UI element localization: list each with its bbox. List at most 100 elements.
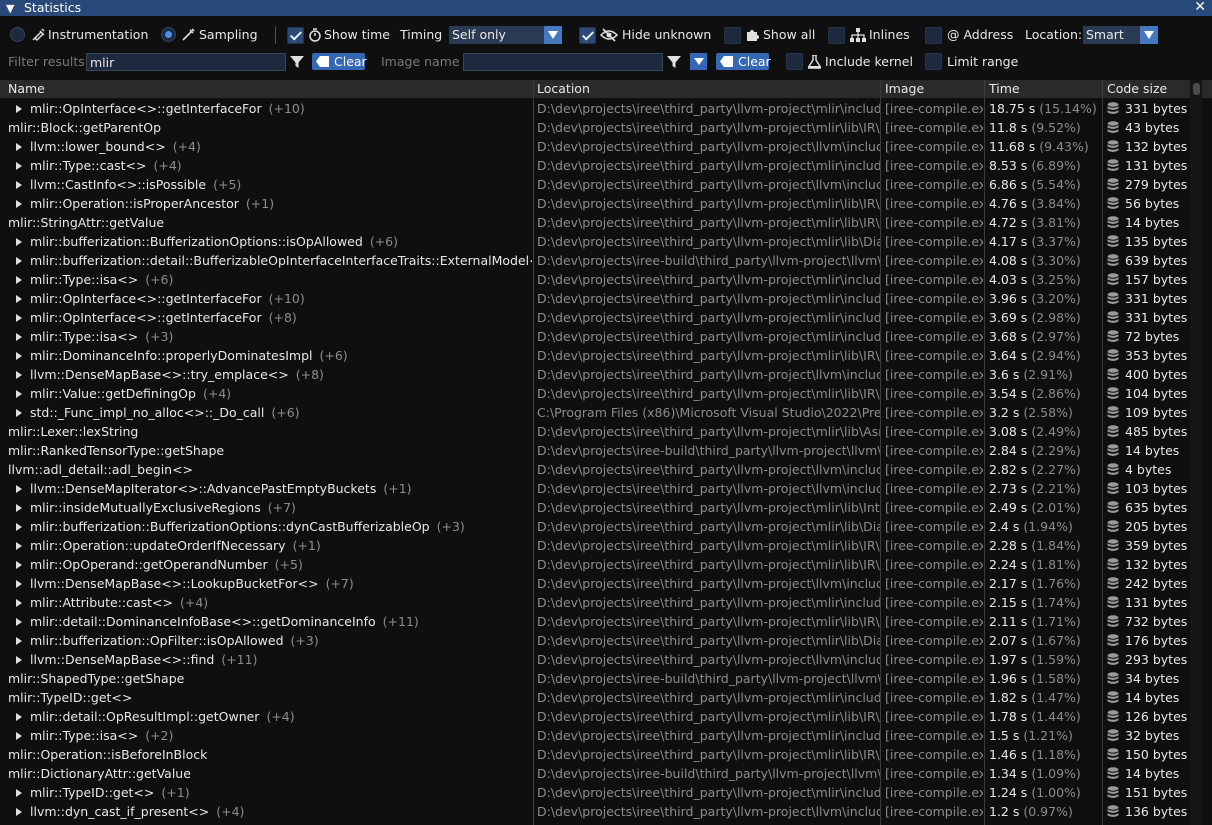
sampling-radio[interactable] [161, 27, 176, 42]
expand-triangle-icon[interactable] [16, 332, 22, 341]
table-row[interactable]: mlir::Operation::isProperAncestor (+1) D:\… [0, 194, 1190, 213]
column-header-image[interactable]: Image [879, 80, 983, 98]
expand-triangle-icon[interactable] [16, 541, 22, 550]
column-header-location[interactable]: Location [531, 80, 880, 98]
table-row[interactable]: mlir::bufferization::OpFilter::isOpAllow… [0, 631, 1190, 650]
table-row[interactable]: mlir::TypeID::get<> (+1) D:\dev\projects\i… [0, 783, 1190, 802]
function-name: mlir::detail::OpResultImpl::getOwner [30, 709, 260, 724]
column-header-code-size[interactable]: Code size [1101, 80, 1190, 98]
table-row[interactable]: mlir::Attribute::cast<> (+4) D:\dev\projec… [0, 593, 1190, 612]
image-name-label: Image name [381, 54, 460, 69]
expand-triangle-icon[interactable] [16, 560, 22, 569]
expand-triangle-icon[interactable] [16, 104, 22, 113]
table-row[interactable]: llvm::DenseMapIterator<>::AdvancePastEmp… [0, 479, 1190, 498]
table-row[interactable]: mlir::RankedTensorType::getShape D:\dev\p… [0, 441, 1190, 460]
table-row[interactable]: mlir::insideMutuallyExclusiveRegions (+7)… [0, 498, 1190, 517]
close-icon[interactable]: ✕ [1194, 0, 1206, 15]
table-row[interactable]: mlir::Operation::updateOrderIfNecessary (… [0, 536, 1190, 555]
expand-triangle-icon[interactable] [16, 180, 22, 189]
table-row[interactable]: llvm::DenseMapBase<>::LookupBucketFor<> (… [0, 574, 1190, 593]
clear-filter-button[interactable]: Clear [312, 53, 367, 70]
cell-time: 3.6 s (2.91%) [989, 365, 1101, 384]
expand-triangle-icon[interactable] [16, 598, 22, 607]
table-row[interactable]: llvm::DenseMapBase<>::try_emplace<> (+8) D… [0, 365, 1190, 384]
image-name-input[interactable] [463, 53, 663, 71]
expand-triangle-icon[interactable] [16, 237, 22, 246]
show-all-checkbox[interactable] [724, 27, 741, 44]
expand-triangle-icon[interactable] [16, 579, 22, 588]
instrumentation-radio[interactable] [10, 27, 25, 42]
clear-image-button[interactable]: Clear [716, 53, 771, 70]
filter-icon[interactable] [667, 55, 681, 69]
expand-triangle-icon[interactable] [16, 351, 22, 360]
table-row[interactable]: llvm::dyn_cast_if_present<> (+4) D:\dev\pr… [0, 802, 1190, 821]
table-row[interactable]: mlir::OpInterface<>::getInterfaceFor (+8)… [0, 308, 1190, 327]
vertical-scrollbar[interactable] [1190, 80, 1202, 825]
table-row[interactable]: mlir::Value::getDefiningOp (+4) D:\dev\pro… [0, 384, 1190, 403]
expand-triangle-icon[interactable] [16, 275, 22, 284]
hide-unknown-checkbox[interactable] [579, 27, 596, 44]
expand-triangle-icon[interactable] [16, 617, 22, 626]
expand-triangle-icon[interactable] [16, 199, 22, 208]
expand-triangle-icon[interactable] [16, 370, 22, 379]
image-name-dropdown[interactable] [690, 53, 707, 70]
table-row[interactable]: mlir::bufferization::detail::Bufferizabl… [0, 251, 1190, 270]
expand-triangle-icon[interactable] [16, 484, 22, 493]
table-row[interactable]: mlir::OpInterface<>::getInterfaceFor (+10… [0, 99, 1190, 118]
column-header-time[interactable]: Time [983, 80, 1101, 98]
table-row[interactable]: mlir::Type::isa<> (+3) D:\dev\projects\ire… [0, 327, 1190, 346]
table-row[interactable]: mlir::DictionaryAttr::getValue D:\dev\pro… [0, 764, 1190, 783]
table-row[interactable]: mlir::OpOperand::getOperandNumber (+5) D:\… [0, 555, 1190, 574]
table-row[interactable]: mlir::bufferization::BufferizationOption… [0, 232, 1190, 251]
table-row[interactable]: mlir::OpInterface<>::getInterfaceFor (+10… [0, 289, 1190, 308]
filter-results-input[interactable] [86, 53, 286, 71]
collapse-triangle-icon[interactable]: ▼ [6, 2, 14, 15]
filter-results-field[interactable] [87, 54, 285, 70]
expand-triangle-icon[interactable] [16, 522, 22, 531]
table-row[interactable]: mlir::Operation::isBeforeInBlock D:\dev\p… [0, 745, 1190, 764]
table-row[interactable]: mlir::Type::isa<> (+6) D:\dev\projects\ire… [0, 270, 1190, 289]
expand-triangle-icon[interactable] [16, 408, 22, 417]
location-select[interactable]: Smart [1083, 26, 1158, 44]
address-checkbox[interactable] [925, 27, 942, 44]
table-row[interactable]: mlir::Type::cast<> (+4) D:\dev\projects\ir… [0, 156, 1190, 175]
table-row[interactable]: mlir::DominanceInfo::properlyDominatesIm… [0, 346, 1190, 365]
table-row[interactable]: llvm::DenseMapBase<>::find (+11) D:\dev\pr… [0, 650, 1190, 669]
expand-triangle-icon[interactable] [16, 731, 22, 740]
table-row[interactable]: mlir::Type::isa<> (+2) D:\dev\projects\ire… [0, 726, 1190, 745]
column-header-name[interactable]: Name [2, 80, 533, 98]
show-time-checkbox[interactable] [287, 27, 304, 44]
expand-triangle-icon[interactable] [16, 256, 22, 265]
table-row[interactable]: mlir::Lexer::lexString D:\dev\projects\ir… [0, 422, 1190, 441]
expand-triangle-icon[interactable] [16, 636, 22, 645]
expand-triangle-icon[interactable] [16, 389, 22, 398]
expand-triangle-icon[interactable] [16, 788, 22, 797]
table-row[interactable]: mlir::Block::getParentOp D:\dev\projects\… [0, 118, 1190, 137]
table-row[interactable]: mlir::detail::DominanceInfoBase<>::getDo… [0, 612, 1190, 631]
table-row[interactable]: mlir::ShapedType::getShape D:\dev\project… [0, 669, 1190, 688]
timing-select[interactable]: Self only [449, 26, 562, 44]
inlines-checkbox[interactable] [828, 27, 845, 44]
expand-triangle-icon[interactable] [16, 313, 22, 322]
expand-triangle-icon[interactable] [16, 655, 22, 664]
scrollbar-thumb[interactable] [1193, 83, 1200, 95]
table-row[interactable]: mlir::TypeID::get<> D:\dev\projects\iree\… [0, 688, 1190, 707]
table-row[interactable]: llvm::lower_bound<> (+4) D:\dev\projects\i… [0, 137, 1190, 156]
expand-triangle-icon[interactable] [16, 161, 22, 170]
include-kernel-checkbox[interactable] [786, 53, 803, 70]
expand-triangle-icon[interactable] [16, 294, 22, 303]
cell-code-size: 331 bytes [1107, 99, 1190, 118]
limit-range-checkbox[interactable] [925, 53, 942, 70]
image-name-field[interactable] [464, 54, 662, 70]
table-row[interactable]: mlir::detail::OpResultImpl::getOwner (+4)… [0, 707, 1190, 726]
table-row[interactable]: std::_Func_impl_no_alloc<>::_Do_call (+6)… [0, 403, 1190, 422]
filter-icon[interactable] [290, 55, 304, 69]
table-row[interactable]: llvm::adl_detail::adl_begin<> D:\dev\proj… [0, 460, 1190, 479]
expand-triangle-icon[interactable] [16, 807, 22, 816]
table-row[interactable]: mlir::bufferization::BufferizationOption… [0, 517, 1190, 536]
expand-triangle-icon[interactable] [16, 503, 22, 512]
expand-triangle-icon[interactable] [16, 142, 22, 151]
table-row[interactable]: mlir::StringAttr::getValue D:\dev\project… [0, 213, 1190, 232]
table-row[interactable]: llvm::CastInfo<>::isPossible (+5) D:\dev\p… [0, 175, 1190, 194]
expand-triangle-icon[interactable] [16, 712, 22, 721]
